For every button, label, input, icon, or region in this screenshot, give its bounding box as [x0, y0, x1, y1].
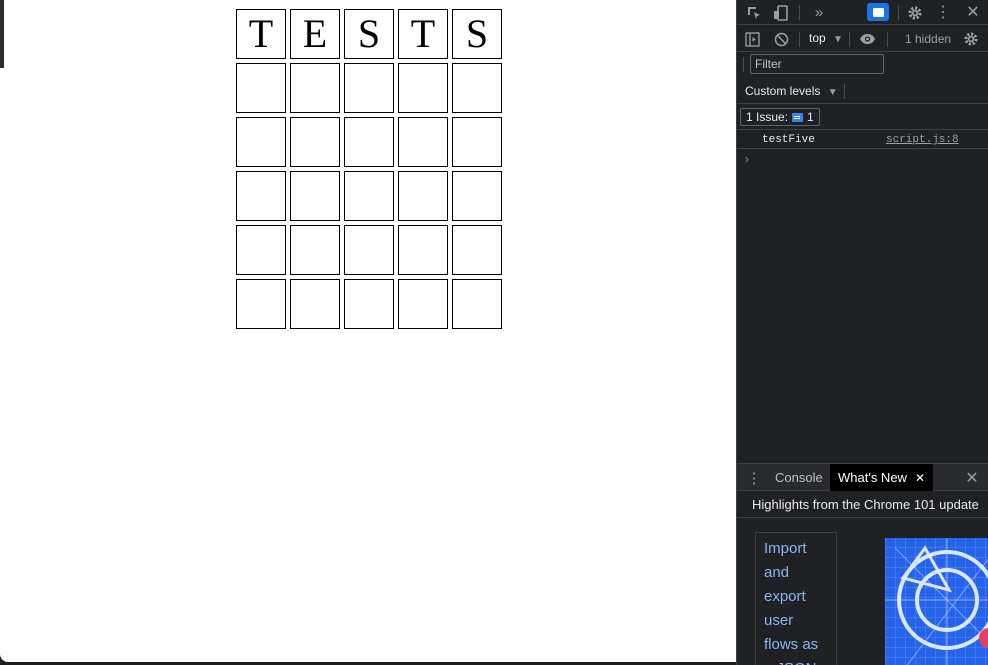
board-tile	[398, 63, 448, 113]
board-tile	[452, 279, 502, 329]
drawer-tab-bar: ⋮ Console What's New ✕ ✕	[737, 463, 988, 491]
close-devtools-icon[interactable]: ✕	[964, 3, 982, 21]
board-tile	[290, 117, 340, 167]
console-message-source-link[interactable]: script.js:8	[886, 134, 959, 146]
board-tile	[290, 63, 340, 113]
board-tile	[452, 117, 502, 167]
highlights-title: Highlights from the Chrome 101 update	[752, 497, 979, 512]
toolbar-divider	[849, 32, 850, 47]
toolbar-divider	[887, 32, 888, 47]
issues-row: 1 Issue: 1	[737, 105, 988, 130]
console-settings-gear-icon[interactable]	[962, 31, 980, 47]
device-toggle-icon[interactable]	[772, 4, 790, 22]
board-tile: T	[398, 9, 448, 59]
board-tile	[290, 279, 340, 329]
chevron-down-icon: ▼	[827, 87, 838, 98]
issues-label: 1 Issue:	[746, 110, 789, 124]
board-tile	[344, 63, 394, 113]
board-tile: S	[452, 9, 502, 59]
log-levels-dropdown[interactable]: Custom levels ▼	[745, 84, 838, 98]
board-tile	[398, 225, 448, 275]
feature-thumbnail-image	[885, 538, 988, 665]
issue-message-icon	[792, 112, 804, 122]
inspect-element-icon[interactable]	[745, 4, 763, 22]
board-tile	[236, 117, 286, 167]
console-prompt-caret[interactable]: ›	[745, 152, 749, 166]
board-tile: T	[236, 9, 286, 59]
board-tile	[452, 171, 502, 221]
hidden-messages-count: 1 hidden	[905, 32, 952, 46]
console-message-row: testFive script.js:8	[737, 131, 988, 149]
console-message-text: testFive	[762, 134, 815, 146]
more-panels-icon[interactable]: »	[810, 3, 828, 21]
board-tile	[344, 171, 394, 221]
toolbar-divider	[898, 5, 899, 20]
board-tile	[236, 279, 286, 329]
board-tile	[290, 225, 340, 275]
toolbar-divider	[844, 84, 845, 99]
board-tile	[344, 225, 394, 275]
tab-console[interactable]: Console	[775, 464, 823, 491]
chevron-down-icon: ▼	[833, 34, 843, 45]
window-edge	[0, 0, 4, 68]
toolbar-divider	[799, 32, 800, 47]
drawer-divider	[737, 517, 988, 518]
toolbar-divider	[799, 5, 800, 20]
board-tile	[344, 279, 394, 329]
console-filter-row	[737, 52, 988, 78]
board-tile	[398, 171, 448, 221]
board-tile	[452, 225, 502, 275]
live-expression-eye-icon[interactable]	[858, 31, 876, 47]
context-selector[interactable]: top ▼	[809, 31, 843, 45]
clear-console-icon[interactable]	[773, 31, 789, 47]
board-tile	[236, 171, 286, 221]
devtools-panel: » ⋮ ✕ top ▼ 1 hidden Filter Custom level…	[736, 0, 988, 665]
devtools-top-toolbar: » ⋮ ✕	[737, 0, 988, 25]
page-viewport: TESTS	[0, 0, 736, 662]
console-filter-input[interactable]	[750, 54, 884, 74]
log-levels-row: Custom levels ▼	[737, 78, 988, 104]
board-tile	[236, 63, 286, 113]
board-tile	[236, 225, 286, 275]
board-tile	[344, 117, 394, 167]
issues-count: 1	[807, 110, 814, 124]
toolbar-divider	[743, 57, 744, 72]
kebab-menu-icon[interactable]: ⋮	[934, 3, 952, 21]
board-tile: S	[344, 9, 394, 59]
sidebar-toggle-icon[interactable]	[744, 31, 760, 47]
whats-new-panel: Highlights from the Chrome 101 update Im…	[737, 492, 988, 665]
board-tile	[398, 117, 448, 167]
board-tile	[452, 63, 502, 113]
board-tile	[290, 171, 340, 221]
word-board: TESTS	[236, 9, 502, 329]
tab-whats-new-label: What's New	[838, 470, 907, 485]
log-levels-label: Custom levels	[745, 84, 821, 98]
console-toolbar: top ▼ 1 hidden	[737, 26, 988, 52]
close-drawer-icon[interactable]: ✕	[963, 469, 981, 487]
context-selector-label: top	[809, 31, 826, 45]
tab-whats-new[interactable]: What's New ✕	[830, 464, 934, 491]
board-tile: E	[290, 9, 340, 59]
settings-gear-icon[interactable]	[906, 4, 924, 22]
issues-badge-icon[interactable]	[867, 3, 889, 21]
tab-console-label: Console	[775, 470, 823, 485]
board-tile	[398, 279, 448, 329]
issues-button[interactable]: 1 Issue: 1	[740, 108, 820, 126]
feature-card-link[interactable]: Import and export user flows as a JSON f…	[755, 532, 837, 665]
close-tab-icon[interactable]: ✕	[915, 471, 925, 485]
drawer-menu-icon[interactable]: ⋮	[745, 469, 763, 487]
